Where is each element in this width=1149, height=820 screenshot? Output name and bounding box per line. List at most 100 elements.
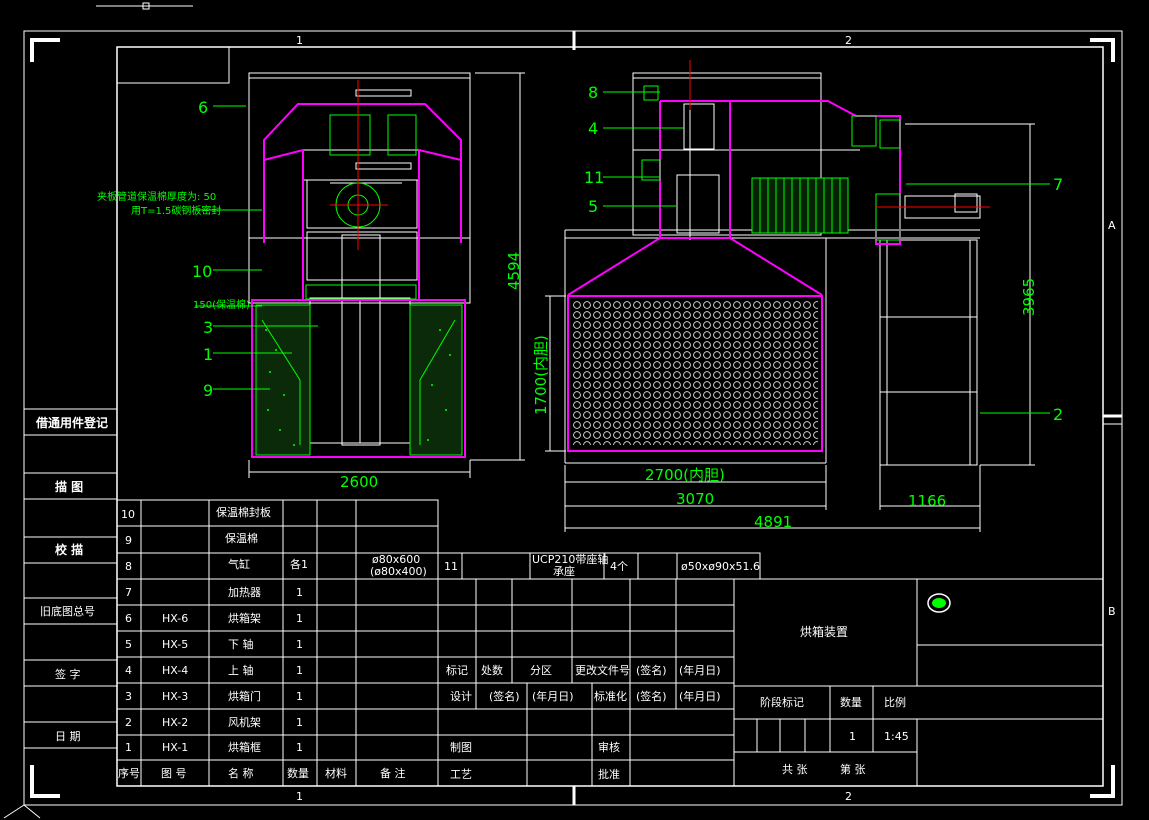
table-row: 11 UCP210带座轴 承座 4个 ø50xø90x51.6 <box>444 552 760 578</box>
bom-header-code: 图 号 <box>161 767 187 780</box>
table-row: 3 HX-3 烘箱门 1 <box>125 689 303 703</box>
bom-name: 上 轴 <box>228 663 254 677</box>
bom-qty: 1 <box>296 586 303 599</box>
bom-no: 2 <box>125 716 132 729</box>
drawing-canvas: 1 2 1 2 A B 借通用件登记 描 图 校 描 旧底图总号 签 字 日 期 <box>3 2 1123 819</box>
callout-5: 5 <box>588 197 598 216</box>
callout-3: 3 <box>203 318 213 337</box>
bom-qty: 各1 <box>290 557 308 571</box>
bom-qty: 1 <box>296 716 303 729</box>
bom-name: 烘箱框 <box>228 740 261 754</box>
side-label-old: 旧底图总号 <box>40 604 95 618</box>
side-label-sign: 签 字 <box>55 667 81 681</box>
process-label: 工艺 <box>450 768 472 781</box>
bom-qty: 1 <box>296 664 303 677</box>
bom-code: HX-4 <box>162 664 188 677</box>
bom-code: HX-1 <box>162 741 188 754</box>
perforated-plate <box>572 300 818 445</box>
rev-zone: 分区 <box>530 664 552 677</box>
table-row: 1 HX-1 烘箱框 1 <box>125 740 303 754</box>
bom-no: 3 <box>125 690 132 703</box>
zone-right-a: A <box>1108 219 1116 232</box>
bom-qty: 1 <box>296 741 303 754</box>
zone-top-1: 1 <box>296 34 303 47</box>
callout-10: 10 <box>192 262 212 281</box>
zone-right-b: B <box>1108 605 1116 618</box>
dim-inner-height: 1700(内胆) <box>532 335 550 415</box>
table-row: 5 HX-5 下 轴 1 <box>125 637 303 651</box>
bom-note-line2: (ø80x400) <box>370 565 427 578</box>
bom-no: 1 <box>125 741 132 754</box>
bom-header-qty: 数量 <box>287 767 309 780</box>
company-logo <box>927 593 951 613</box>
design-sign: (签名) <box>489 689 520 703</box>
callout-4: 4 <box>588 119 598 138</box>
dim-width-left: 2600 <box>340 473 378 491</box>
sheet-number: 第 张 <box>840 762 866 776</box>
bom-name: 保温棉 <box>225 531 258 545</box>
bom-name: 保温棉封板 <box>216 505 271 519</box>
bom-header-mat: 材料 <box>325 766 347 780</box>
rev-count: 处数 <box>481 664 503 677</box>
bom-name-line2: 承座 <box>553 564 575 578</box>
standard-sign: (签名) <box>636 689 667 703</box>
design-label: 设计 <box>450 690 472 703</box>
title-block-text: 标记 处数 分区 更改文件号 (签名) (年月日) 设计 (签名) (年月日) … <box>446 624 909 781</box>
bom-no: 6 <box>125 612 132 625</box>
side-label-reg: 借通用件登记 <box>35 415 108 430</box>
bom-qty: 1 <box>296 612 303 625</box>
bom-no: 10 <box>121 508 135 521</box>
bom-no: 7 <box>125 586 132 599</box>
callout-8: 8 <box>588 83 598 102</box>
callout-2: 2 <box>1053 405 1063 424</box>
bom-qty: 4个 <box>610 560 628 573</box>
bom-qty: 1 <box>296 690 303 703</box>
standard-label: 标准化 <box>594 689 627 703</box>
zone-bottom-2: 2 <box>845 790 852 803</box>
standard-date: (年月日) <box>679 689 721 703</box>
bom-name: 气缸 <box>228 557 250 571</box>
table-row: 6 HX-6 烘箱架 1 <box>125 611 303 625</box>
table-row: 2 HX-2 风机架 1 <box>125 715 303 729</box>
rev-date: (年月日) <box>679 663 721 677</box>
bom-name: 加热器 <box>228 586 261 599</box>
dim-inner-width: 2700(内胆) <box>645 466 725 484</box>
bom-no: 11 <box>444 560 458 573</box>
dim-width-right: 1166 <box>908 492 946 510</box>
side-label-trace: 描 图 <box>55 479 83 494</box>
front-view <box>248 72 525 478</box>
bom-header-no: 序号 <box>118 766 140 780</box>
callout-11: 11 <box>584 168 604 187</box>
bom-no: 5 <box>125 638 132 651</box>
note-insulation-thickness: 150(保温棉) <box>193 298 250 311</box>
bom-code: HX-2 <box>162 716 188 729</box>
callout-9: 9 <box>203 381 213 400</box>
drawing-title: 烘箱装置 <box>800 624 848 639</box>
callout-1: 1 <box>203 345 213 364</box>
rev-mark: 标记 <box>446 663 468 677</box>
stage-label: 阶段标记 <box>760 695 804 709</box>
dim-height-right: 3965 <box>1020 278 1038 316</box>
review-label: 审核 <box>598 740 620 754</box>
title-block-grid <box>437 578 1104 787</box>
qty-value: 1 <box>849 730 856 743</box>
callout-7: 7 <box>1053 175 1063 194</box>
dim-height-left: 4594 <box>505 252 523 290</box>
bom-rows: 10 保温棉封板 9 保温棉 8 气缸 各1 ø80x600 (ø80x400)… <box>118 505 760 780</box>
design-date: (年月日) <box>532 689 574 703</box>
bom-code: HX-6 <box>162 612 188 625</box>
table-row: 8 气缸 各1 ø80x600 (ø80x400) <box>125 553 427 578</box>
dim-width-mid: 3070 <box>676 490 714 508</box>
note-insulation: 夹板管道保温棉厚度为: 50 <box>97 190 216 203</box>
bom-no: 9 <box>125 534 132 547</box>
drawn-label: 制图 <box>450 741 472 754</box>
side-column <box>24 408 117 749</box>
sheets-total: 共 张 <box>782 763 808 776</box>
rev-doc: 更改文件号 <box>575 663 630 677</box>
qty-label: 数量 <box>840 696 862 709</box>
bom-name: 烘箱架 <box>228 611 261 625</box>
scale-label: 比例 <box>884 695 906 709</box>
zone-top-2: 2 <box>845 34 852 47</box>
scale-value: 1:45 <box>884 730 909 743</box>
bom-note: ø50xø90x51.6 <box>681 560 760 573</box>
